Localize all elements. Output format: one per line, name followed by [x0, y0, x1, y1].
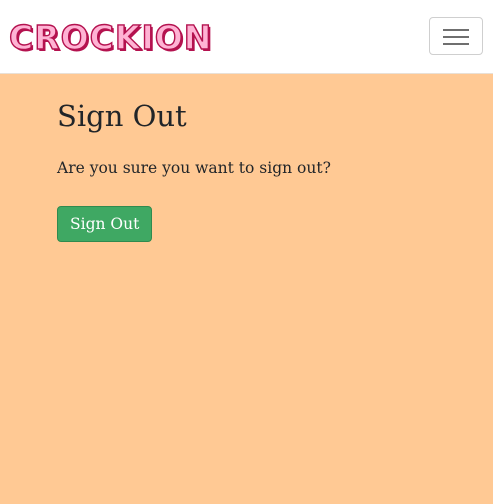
main-content: Sign Out Are you sure you want to sign o…	[57, 96, 331, 242]
navbar-toggle-button[interactable]	[429, 17, 483, 55]
navbar: CROCKION	[0, 0, 493, 74]
sign-out-button[interactable]: Sign Out	[57, 206, 153, 242]
hamburger-menu-icon-bar	[443, 36, 469, 38]
hamburger-menu-icon-bar	[443, 43, 469, 45]
hamburger-menu-icon	[443, 29, 469, 31]
brand-logo[interactable]: CROCKION	[8, 20, 212, 54]
page-title: Sign Out	[57, 99, 187, 133]
confirmation-message: Are you sure you want to sign out?	[57, 159, 331, 177]
